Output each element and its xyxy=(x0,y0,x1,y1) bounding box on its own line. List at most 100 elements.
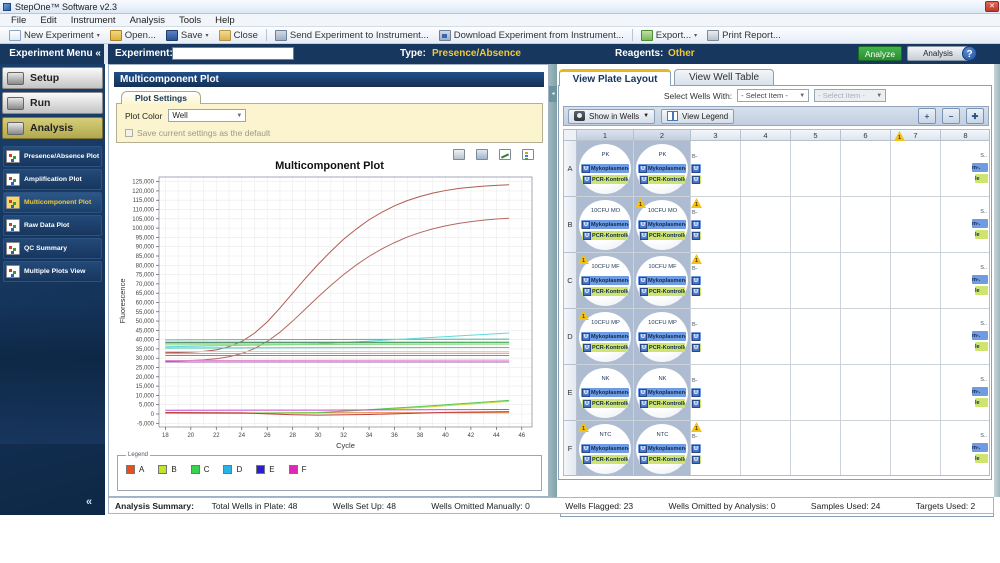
send-experiment-to-instrument-button[interactable]: Send Experiment to Instrument... xyxy=(270,29,434,42)
plot-color-select[interactable]: Well ▼ xyxy=(168,109,247,122)
new-experiment-button[interactable]: New Experiment ▾ xyxy=(4,29,105,42)
view-legend-button[interactable]: View Legend xyxy=(661,108,735,124)
plate-cell-E6[interactable] xyxy=(841,365,891,421)
column-header-5[interactable]: 5 xyxy=(791,130,841,141)
menu-item-file[interactable]: File xyxy=(4,15,33,26)
close-button[interactable]: Close xyxy=(214,29,263,42)
row-header-E[interactable]: E xyxy=(564,365,577,421)
analyze-button[interactable]: Analyze xyxy=(858,46,902,61)
plot-settings-tab[interactable]: Plot Settings xyxy=(121,91,201,104)
column-header-1[interactable]: 1 xyxy=(577,130,634,141)
plate-cell-B4[interactable] xyxy=(741,197,791,253)
splitter-collapse-button[interactable]: ◂ xyxy=(549,86,557,102)
plate-cell-E5[interactable] xyxy=(791,365,841,421)
row-header-F[interactable]: F xyxy=(564,421,577,475)
plate-cell-B5[interactable] xyxy=(791,197,841,253)
experiment-name-input[interactable] xyxy=(172,47,294,60)
plate-cell-D2[interactable]: 10CFU MP U Mykoplasmen-. U PCR-Kontrolle xyxy=(634,309,691,365)
print-report-button[interactable]: Print Report... xyxy=(702,29,786,42)
plot-properties-icon[interactable] xyxy=(499,149,511,160)
plate-cell-D3[interactable]: B- U U xyxy=(691,309,741,365)
plate-cell-F5[interactable] xyxy=(791,421,841,475)
column-header-3[interactable]: 3 xyxy=(691,130,741,141)
show-in-wells-button[interactable]: Show in Wells ▼ xyxy=(568,108,656,124)
plate-cell-F2[interactable]: NTC U Mykoplasmen-. U PCR-Kontrolle xyxy=(634,421,691,475)
plate-cell-C4[interactable] xyxy=(741,253,791,309)
menu-item-instrument[interactable]: Instrument xyxy=(64,15,123,26)
fit-plate-button[interactable]: ✚ xyxy=(966,108,984,124)
plate-cell-F6[interactable] xyxy=(841,421,891,475)
column-header-8[interactable]: 8 xyxy=(941,130,989,141)
plate-cell-A6[interactable] xyxy=(841,141,891,197)
help-icon[interactable]: ? xyxy=(962,46,977,61)
sidebar-section-analysis[interactable]: Analysis xyxy=(2,117,103,139)
plate-cell-F7[interactable] xyxy=(891,421,941,475)
tab-view-well-table[interactable]: View Well Table xyxy=(674,69,774,86)
sidebar-item-amplification-plot[interactable]: Amplification Plot xyxy=(3,169,102,190)
column-header-2[interactable]: 2 xyxy=(634,130,691,141)
plate-cell-E7[interactable] xyxy=(891,365,941,421)
download-experiment-from-instrument-button[interactable]: Download Experiment from Instrument... xyxy=(434,29,629,42)
plate-cell-E4[interactable] xyxy=(741,365,791,421)
plate-cell-D4[interactable] xyxy=(741,309,791,365)
plate-cell-F3[interactable]: B- U U 1 xyxy=(691,421,741,475)
plate-cell-C1[interactable]: 10CFU MF U Mykoplasmen-. U PCR-Kontrolle 1 xyxy=(577,253,634,309)
plate-cell-D5[interactable] xyxy=(791,309,841,365)
zoom-in-plate-button[interactable]: + xyxy=(918,108,936,124)
sidebar-section-run[interactable]: Run xyxy=(2,92,103,114)
plate-cell-E2[interactable]: NK U Mykoplasmen-. U PCR-Kontrolle xyxy=(634,365,691,421)
experiment-menu-title[interactable]: Experiment Menu « xyxy=(0,44,101,64)
plate-cell-A3[interactable]: B- U U xyxy=(691,141,741,197)
row-header-A[interactable]: A xyxy=(564,141,577,197)
show-legend-icon[interactable] xyxy=(522,149,534,160)
menu-item-analysis[interactable]: Analysis xyxy=(123,15,172,26)
plate-cell-D7[interactable] xyxy=(891,309,941,365)
plate-cell-D1[interactable]: 10CFU MP U Mykoplasmen-. U PCR-Kontrolle 1 xyxy=(577,309,634,365)
close-window-button[interactable]: ✕ xyxy=(985,1,999,12)
analysis-settings-button[interactable]: Analysis Settings xyxy=(907,46,969,72)
tab-view-plate-layout[interactable]: View Plate Layout xyxy=(559,69,671,86)
plate-cell-C5[interactable] xyxy=(791,253,841,309)
plate-cell-B7[interactable] xyxy=(891,197,941,253)
plate-cell-C7[interactable] xyxy=(891,253,941,309)
save-button[interactable]: Save ▾ xyxy=(161,29,214,42)
plate-cell-F4[interactable] xyxy=(741,421,791,475)
plate-cell-A5[interactable] xyxy=(791,141,841,197)
export-button[interactable]: Export... ▾ xyxy=(636,29,702,42)
plate-cell-F1[interactable]: NTC U Mykoplasmen-. U PCR-Kontrolle 1 xyxy=(577,421,634,475)
sidebar-item-multicomponent-plot[interactable]: Multicomponent Plot xyxy=(3,192,102,213)
plate-cell-C2[interactable]: 10CFU MF U Mykoplasmen-. U PCR-Kontrolle xyxy=(634,253,691,309)
row-header-C[interactable]: C xyxy=(564,253,577,309)
select-wells-dropdown-1[interactable]: - Select Item - ▼ xyxy=(737,89,810,102)
select-wells-dropdown-2[interactable]: - Select Item - ▼ xyxy=(814,89,887,102)
menu-item-help[interactable]: Help xyxy=(208,15,242,26)
plate-cell-C6[interactable] xyxy=(841,253,891,309)
menu-item-tools[interactable]: Tools xyxy=(172,15,208,26)
sidebar-item-raw-data-plot[interactable]: Raw Data Plot xyxy=(3,215,102,236)
row-header-D[interactable]: D xyxy=(564,309,577,365)
save-image-icon[interactable] xyxy=(476,149,488,160)
plate-cell-B2[interactable]: 10CFU MO U Mykoplasmen-. U PCR-Kontrolle 1 xyxy=(634,197,691,253)
sidebar-collapse-icon[interactable]: « xyxy=(86,496,92,508)
plate-cell-B6[interactable] xyxy=(841,197,891,253)
plate-cell-E1[interactable]: NK U Mykoplasmen-. U PCR-Kontrolle xyxy=(577,365,634,421)
column-header-6[interactable]: 6 xyxy=(841,130,891,141)
sidebar-item-qc-summary[interactable]: QC Summary xyxy=(3,238,102,259)
plate-cell-A1[interactable]: PK U Mykoplasmen-. U PCR-Kontrolle xyxy=(577,141,634,197)
plate-cell-D6[interactable] xyxy=(841,309,891,365)
print-plot-icon[interactable] xyxy=(453,149,465,160)
sidebar-section-setup[interactable]: Setup xyxy=(2,67,103,89)
sidebar-item-multiple-plots-view[interactable]: Multiple Plots View xyxy=(3,261,102,282)
sidebar-item-presence-absence-plot[interactable]: Presence/Absence Plot xyxy=(3,146,102,167)
plate-cell-E3[interactable]: B- U U xyxy=(691,365,741,421)
zoom-out-plate-button[interactable]: − xyxy=(942,108,960,124)
plate-cell-A7[interactable] xyxy=(891,141,941,197)
plate-cell-C3[interactable]: B- U U 1 xyxy=(691,253,741,309)
save-default-checkbox[interactable] xyxy=(125,129,133,137)
menu-item-edit[interactable]: Edit xyxy=(33,15,63,26)
panel-splitter[interactable]: ◂ xyxy=(549,64,557,497)
column-header-4[interactable]: 4 xyxy=(741,130,791,141)
plate-cell-A4[interactable] xyxy=(741,141,791,197)
plate-cell-B3[interactable]: B- U U 1 xyxy=(691,197,741,253)
plate-cell-A2[interactable]: PK U Mykoplasmen-. U PCR-Kontrolle xyxy=(634,141,691,197)
